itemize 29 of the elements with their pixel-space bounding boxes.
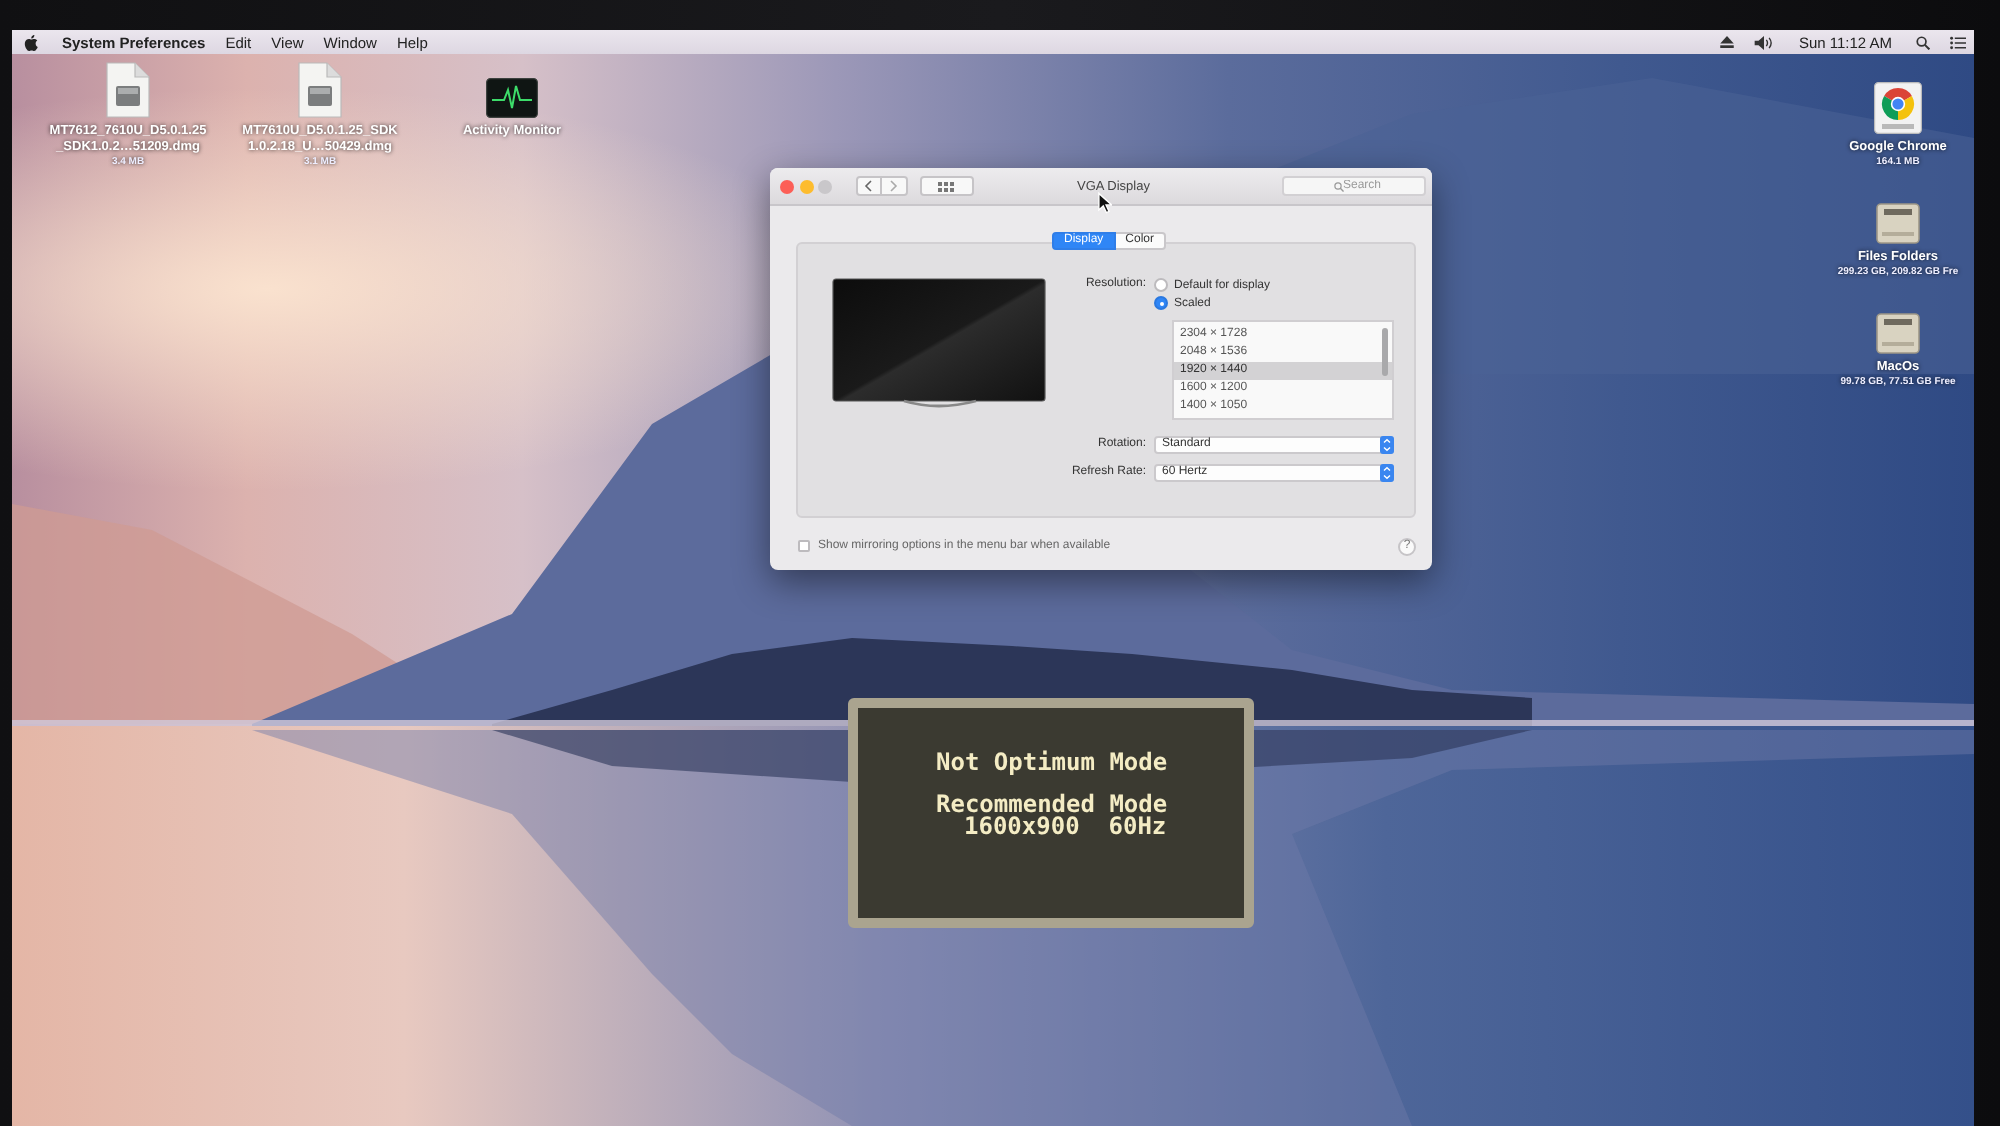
- chevron-right-icon: [889, 180, 897, 192]
- list-icon[interactable]: [1950, 35, 1966, 49]
- osd-text: 1600x900 60Hz: [964, 816, 1169, 838]
- disk-image-icon[interactable]: [106, 62, 150, 118]
- close-button[interactable]: [780, 179, 794, 193]
- search-icon: [1334, 181, 1344, 191]
- search-icon[interactable]: [1916, 35, 1930, 49]
- stepper-icon: [1380, 436, 1394, 454]
- back-button[interactable]: [855, 176, 881, 196]
- hard-drive-icon[interactable]: [1876, 200, 1920, 244]
- monitor-graph-icon[interactable]: [486, 78, 538, 118]
- checkbox[interactable]: [798, 540, 810, 552]
- grid-icon: [938, 181, 954, 191]
- radio-button[interactable]: [1154, 296, 1168, 310]
- cursor-icon: [1098, 192, 1112, 214]
- osd-title: Not Optimum Mode: [936, 752, 1170, 774]
- hard-drive-icon[interactable]: [1876, 310, 1920, 354]
- radio-button[interactable]: [1154, 278, 1168, 292]
- apple-menu-icon[interactable]: [24, 33, 38, 51]
- monitor-icon: [832, 278, 1046, 410]
- disk-image-icon[interactable]: [298, 62, 342, 118]
- chevron-left-icon: [864, 180, 872, 192]
- show-all-button[interactable]: [919, 176, 973, 196]
- stepper-icon: [1380, 464, 1394, 482]
- browser-icon[interactable]: [1874, 82, 1922, 134]
- eject-icon[interactable]: [1720, 36, 1735, 48]
- osd-text: Recommended Mode: [936, 794, 1170, 816]
- scrollbar-thumb[interactable]: [1382, 328, 1388, 376]
- volume-icon[interactable]: [1754, 35, 1775, 49]
